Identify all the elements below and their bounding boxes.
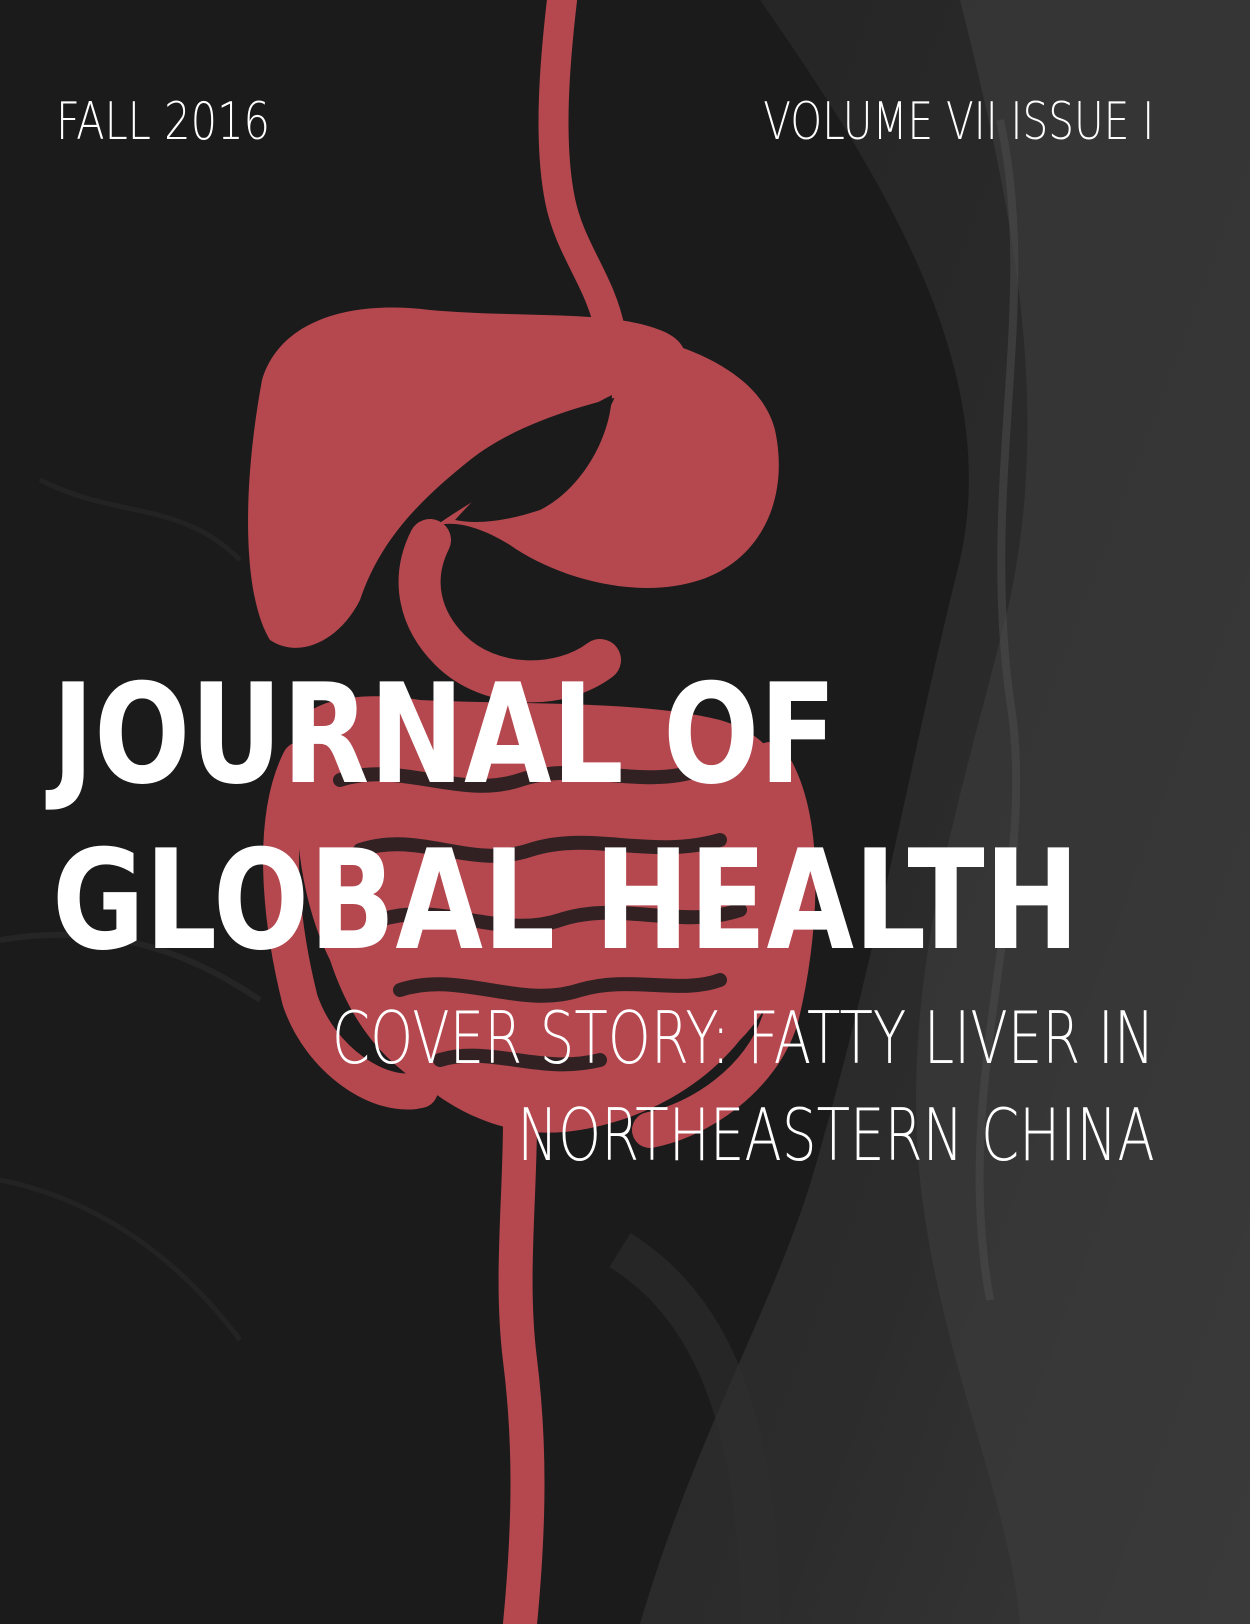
- journal-title-line-2: GLOBAL HEALTH: [52, 820, 1080, 981]
- magazine-cover: FALL 2016 VOLUME VII ISSUE I JOURNAL OF …: [0, 0, 1250, 1624]
- issue-date: FALL 2016: [56, 92, 271, 152]
- cover-story-headline: COVER STORY: FATTY LIVER IN NORTHEASTERN…: [332, 990, 1155, 1184]
- cover-story-line-2: NORTHEASTERN CHINA: [517, 1093, 1155, 1177]
- journal-title-line-1: JOURNAL OF: [52, 654, 837, 815]
- cover-story-line-1: COVER STORY: FATTY LIVER IN: [332, 996, 1155, 1080]
- issue-volume: VOLUME VII ISSUE I: [763, 92, 1154, 152]
- journal-title: JOURNAL OF GLOBAL HEALTH: [52, 652, 1079, 984]
